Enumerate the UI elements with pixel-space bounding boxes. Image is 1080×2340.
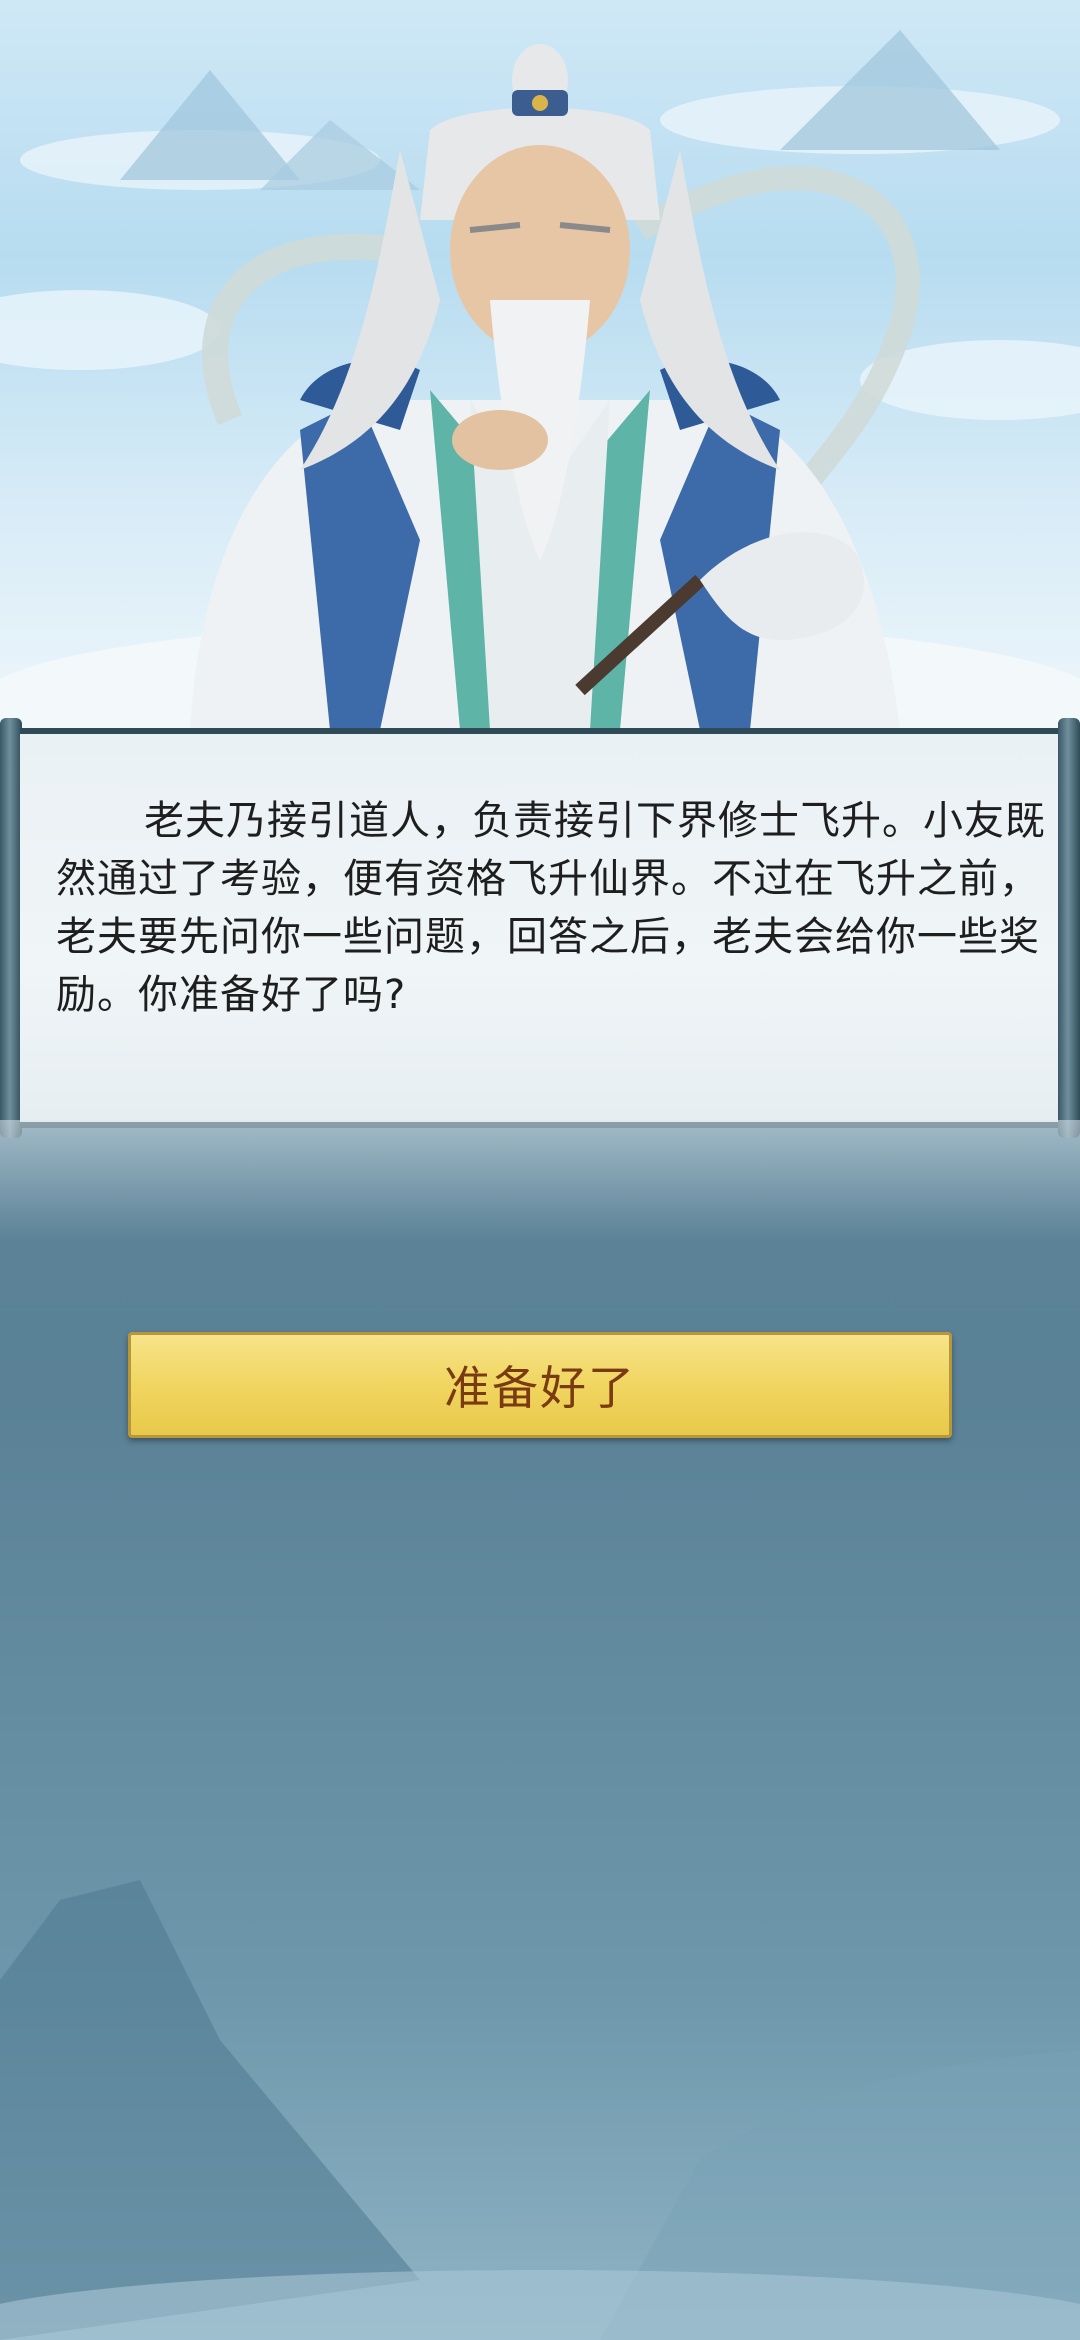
mist-overlay bbox=[0, 1120, 1080, 1240]
sage-portrait bbox=[0, 30, 1080, 730]
npc-portrait-scene bbox=[0, 0, 1080, 730]
scroll-roller-left bbox=[0, 718, 22, 1138]
dialog-scroll-panel: 老夫乃接引道人，负责接引下界修士飞升。小友既然通过了考验，便有资格飞升仙界。不过… bbox=[0, 718, 1080, 1138]
dialog-text: 老夫乃接引道人，负责接引下界修士飞升。小友既然通过了考验，便有资格飞升仙界。不过… bbox=[56, 798, 1046, 1018]
mountain-scenery bbox=[0, 1880, 1080, 2340]
dialog-body: 老夫乃接引道人，负责接引下界修士飞升。小友既然通过了考验，便有资格飞升仙界。不过… bbox=[20, 728, 1060, 1128]
ready-button-label: 准备好了 bbox=[444, 1361, 636, 1415]
scroll-roller-right bbox=[1058, 718, 1080, 1138]
ready-button[interactable]: 准备好了 bbox=[128, 1332, 952, 1438]
